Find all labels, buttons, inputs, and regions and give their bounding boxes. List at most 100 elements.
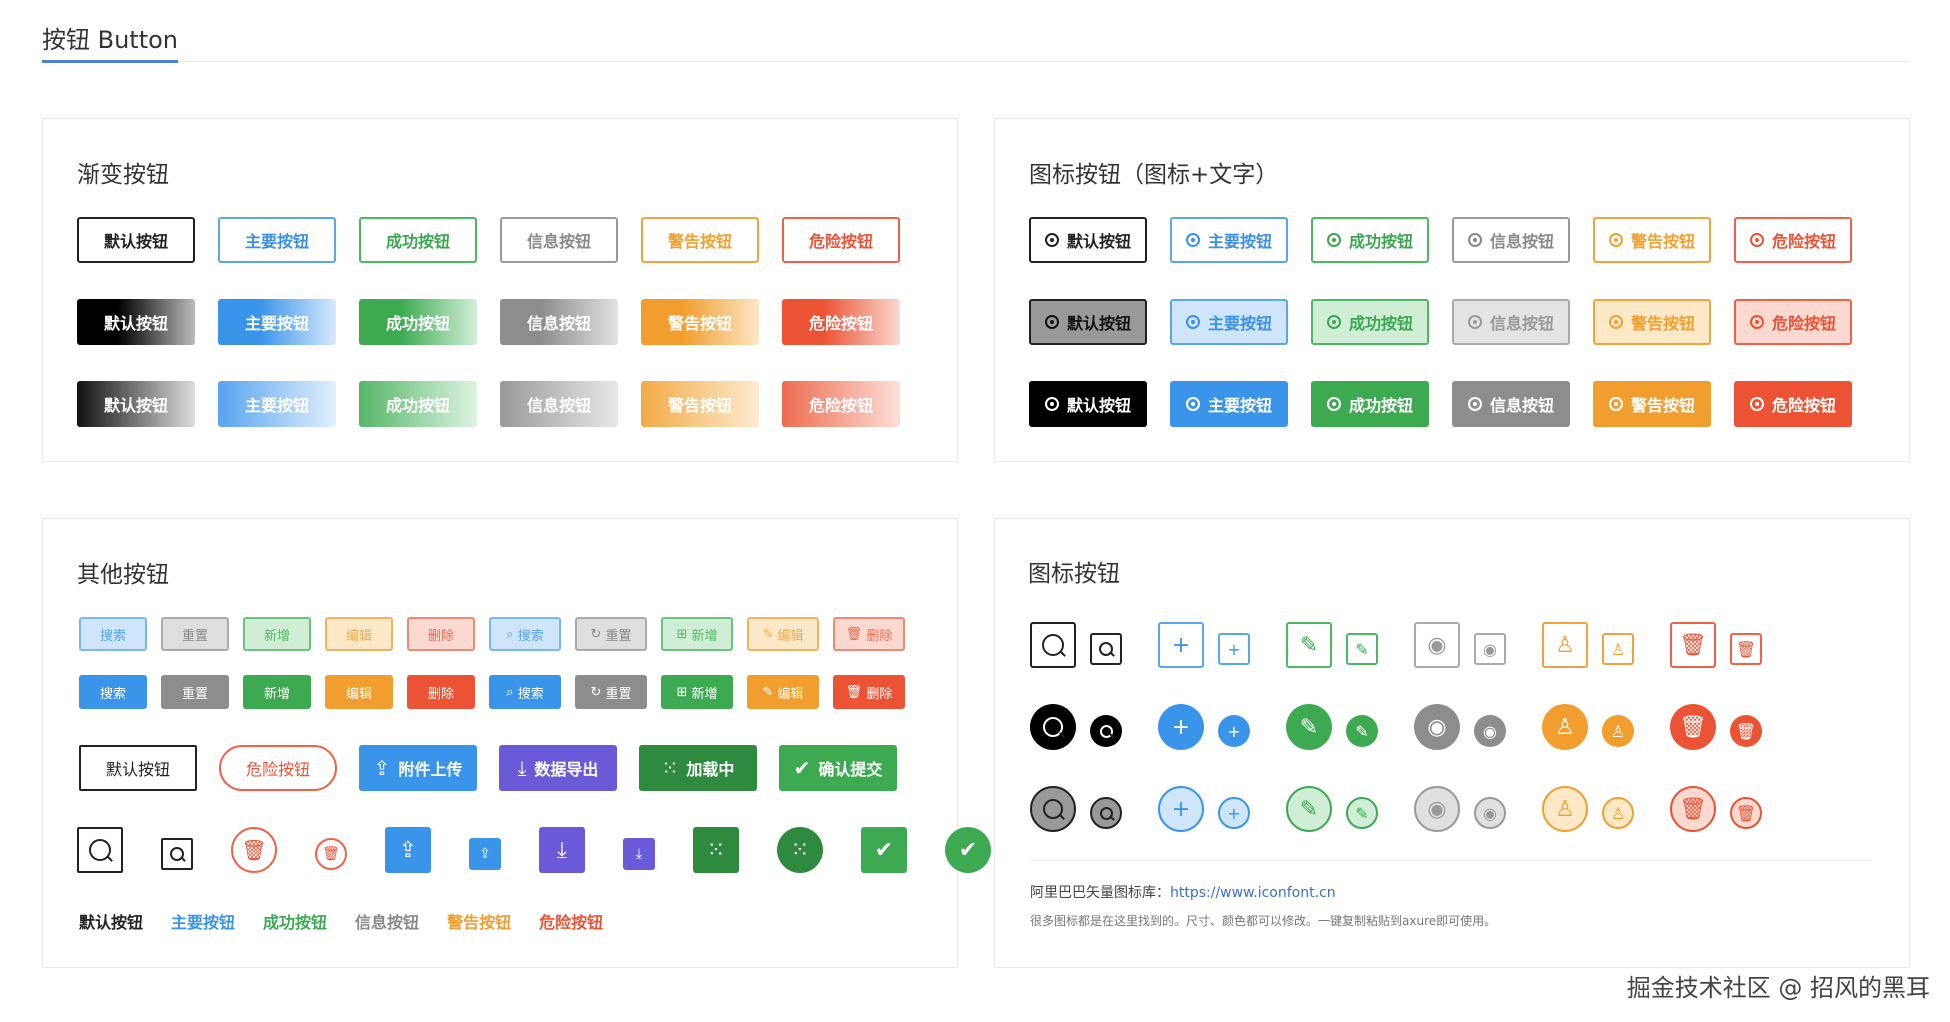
trash-outline-large-button[interactable]: 🗑 xyxy=(231,827,277,873)
eye-solid-large-button[interactable]: ◉ xyxy=(1414,704,1460,750)
danger-icon-light-button[interactable]: 危险按钮 xyxy=(1734,299,1852,345)
info-icon-light-button[interactable]: 信息按钮 xyxy=(1452,299,1570,345)
upload-attachment-button[interactable]: ⇪ 附件上传 xyxy=(359,745,477,791)
reset-solid-button[interactable]: 重置 xyxy=(161,675,229,709)
edit-outline-large-button[interactable]: ✎ xyxy=(1286,622,1332,668)
success-icon-outline-button[interactable]: 成功按钮 xyxy=(1311,217,1429,263)
info-gradient-button[interactable]: 信息按钮 xyxy=(500,299,618,345)
search-icon-light-button[interactable]: ⌕ 搜索 xyxy=(489,617,561,651)
primary-icon-solid-button[interactable]: 主要按钮 xyxy=(1170,381,1288,427)
eye-light-large-button[interactable]: ◉ xyxy=(1414,786,1460,832)
search-solid-large-button[interactable] xyxy=(1030,704,1076,750)
default-gradient-button[interactable]: 默认按钮 xyxy=(77,299,195,345)
danger-gradient-button[interactable]: 危险按钮 xyxy=(782,299,900,345)
reset-icon-light-button[interactable]: ↻ 重置 xyxy=(575,617,647,651)
danger-text-button[interactable]: 危险按钮 xyxy=(539,909,603,933)
trash-outline-small-button[interactable]: 🗑 xyxy=(1730,633,1762,665)
confirm-square-button[interactable]: ✔ xyxy=(861,827,907,873)
warning-icon-light-button[interactable]: 警告按钮 xyxy=(1593,299,1711,345)
primary-gradient-button[interactable]: 主要按钮 xyxy=(218,299,336,345)
user-solid-small-button[interactable]: ♙ xyxy=(1602,715,1634,747)
delete-solid-button[interactable]: 删除 xyxy=(407,675,475,709)
search-light-button[interactable]: 搜索 xyxy=(79,617,147,651)
edit-light-button[interactable]: 编辑 xyxy=(325,617,393,651)
default-icon-solid-button[interactable]: 默认按钮 xyxy=(1029,381,1147,427)
eye-outline-large-button[interactable]: ◉ xyxy=(1414,622,1460,668)
iconfont-link[interactable]: https://www.iconfont.cn xyxy=(1170,885,1336,901)
user-solid-large-button[interactable]: ♙ xyxy=(1542,704,1588,750)
add-icon-light-button[interactable]: ⊞ 新增 xyxy=(661,617,733,651)
user-light-large-button[interactable]: ♙ xyxy=(1542,786,1588,832)
search-large-button[interactable] xyxy=(77,827,123,873)
primary-soft-gradient-button[interactable]: 主要按钮 xyxy=(218,381,336,427)
user-outline-small-button[interactable]: ♙ xyxy=(1602,633,1634,665)
success-icon-solid-button[interactable]: 成功按钮 xyxy=(1311,381,1429,427)
search-icon-solid-button[interactable]: ⌕ 搜索 xyxy=(489,675,561,709)
warning-icon-solid-button[interactable]: 警告按钮 xyxy=(1593,381,1711,427)
warning-soft-gradient-button[interactable]: 警告按钮 xyxy=(641,381,759,427)
search-small-button[interactable] xyxy=(161,838,193,870)
loading-circle-button[interactable]: ⁙ xyxy=(777,827,823,873)
download-small-button[interactable]: ⤓ xyxy=(623,838,655,870)
trash-outline-small-button[interactable]: 🗑 xyxy=(315,838,347,870)
success-icon-light-button[interactable]: 成功按钮 xyxy=(1311,299,1429,345)
success-text-button[interactable]: 成功按钮 xyxy=(263,909,327,933)
plus-outline-small-button[interactable]: + xyxy=(1218,633,1250,665)
primary-outline-button[interactable]: 主要按钮 xyxy=(218,217,336,263)
primary-text-button[interactable]: 主要按钮 xyxy=(171,909,235,933)
search-solid-small-button[interactable] xyxy=(1090,715,1122,747)
plus-light-large-button[interactable]: + xyxy=(1158,786,1204,832)
upload-small-button[interactable]: ⇪ xyxy=(469,838,501,870)
user-outline-large-button[interactable]: ♙ xyxy=(1542,622,1588,668)
reset-light-button[interactable]: 重置 xyxy=(161,617,229,651)
primary-icon-outline-button[interactable]: 主要按钮 xyxy=(1170,217,1288,263)
download-large-button[interactable]: ⤓ xyxy=(539,827,585,873)
eye-solid-small-button[interactable]: ◉ xyxy=(1474,715,1506,747)
warning-text-button[interactable]: 警告按钮 xyxy=(447,909,511,933)
default-icon-outline-button[interactable]: 默认按钮 xyxy=(1029,217,1147,263)
default-soft-gradient-button[interactable]: 默认按钮 xyxy=(77,381,195,427)
edit-solid-small-button[interactable]: ✎ xyxy=(1346,715,1378,747)
info-icon-solid-button[interactable]: 信息按钮 xyxy=(1452,381,1570,427)
edit-solid-button[interactable]: 编辑 xyxy=(325,675,393,709)
plus-outline-large-button[interactable]: + xyxy=(1158,622,1204,668)
confirm-circle-button[interactable]: ✔ xyxy=(945,827,991,873)
edit-icon-solid-button[interactable]: ✎ 编辑 xyxy=(747,675,819,709)
search-light-large-button[interactable] xyxy=(1030,786,1076,832)
loading-button[interactable]: ⁙ 加载中 xyxy=(639,745,757,791)
warning-outline-button[interactable]: 警告按钮 xyxy=(641,217,759,263)
danger-soft-gradient-button[interactable]: 危险按钮 xyxy=(782,381,900,427)
edit-light-small-button[interactable]: ✎ xyxy=(1346,797,1378,829)
default-icon-light-button[interactable]: 默认按钮 xyxy=(1029,299,1147,345)
delete-icon-light-button[interactable]: 🗑 删除 xyxy=(833,617,905,651)
success-soft-gradient-button[interactable]: 成功按钮 xyxy=(359,381,477,427)
search-solid-button[interactable]: 搜索 xyxy=(79,675,147,709)
trash-solid-small-button[interactable]: 🗑 xyxy=(1730,715,1762,747)
plus-light-small-button[interactable]: + xyxy=(1218,797,1250,829)
warning-icon-outline-button[interactable]: 警告按钮 xyxy=(1593,217,1711,263)
default-outline-button[interactable]: 默认按钮 xyxy=(77,217,195,263)
delete-light-button[interactable]: 删除 xyxy=(407,617,475,651)
default-text-button[interactable]: 默认按钮 xyxy=(79,909,143,933)
plus-solid-large-button[interactable]: + xyxy=(1158,704,1204,750)
add-light-button[interactable]: 新增 xyxy=(243,617,311,651)
loading-square-button[interactable]: ⁙ xyxy=(693,827,739,873)
info-text-button[interactable]: 信息按钮 xyxy=(355,909,419,933)
plus-solid-small-button[interactable]: + xyxy=(1218,715,1250,747)
success-gradient-button[interactable]: 成功按钮 xyxy=(359,299,477,345)
trash-outline-large-button[interactable]: 🗑 xyxy=(1670,622,1716,668)
edit-icon-light-button[interactable]: ✎ 编辑 xyxy=(747,617,819,651)
search-light-small-button[interactable] xyxy=(1090,797,1122,829)
search-outline-large-button[interactable] xyxy=(1030,622,1076,668)
eye-outline-small-button[interactable]: ◉ xyxy=(1474,633,1506,665)
danger-icon-solid-button[interactable]: 危险按钮 xyxy=(1734,381,1852,427)
default-square-button[interactable]: 默认按钮 xyxy=(79,745,197,791)
reset-icon-solid-button[interactable]: ↻ 重置 xyxy=(575,675,647,709)
add-solid-button[interactable]: 新增 xyxy=(243,675,311,709)
info-icon-outline-button[interactable]: 信息按钮 xyxy=(1452,217,1570,263)
success-outline-button[interactable]: 成功按钮 xyxy=(359,217,477,263)
trash-light-small-button[interactable]: 🗑 xyxy=(1730,797,1762,829)
trash-light-large-button[interactable]: 🗑 xyxy=(1670,786,1716,832)
search-outline-small-button[interactable] xyxy=(1090,633,1122,665)
delete-icon-solid-button[interactable]: 🗑 删除 xyxy=(833,675,905,709)
